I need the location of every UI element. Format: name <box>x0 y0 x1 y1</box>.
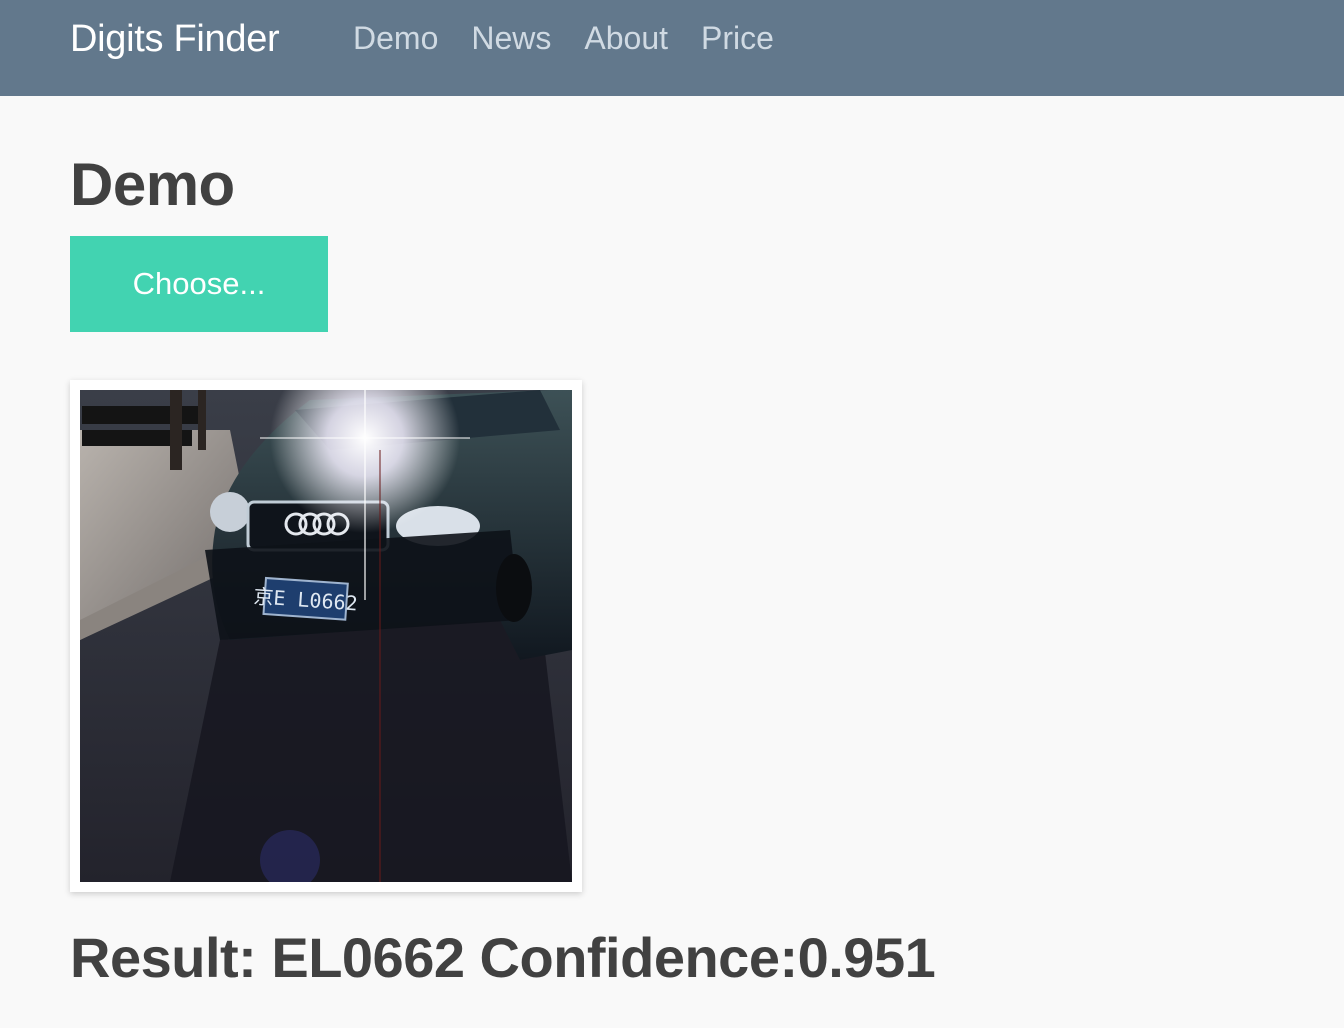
uploaded-car-photo: 京E L0662 <box>80 390 572 882</box>
nav-link-news[interactable]: News <box>471 20 551 57</box>
nav-links: Demo News About Price <box>353 20 774 57</box>
page-title: Demo <box>70 151 235 218</box>
nav-link-about[interactable]: About <box>584 20 668 57</box>
result-text: Result: EL0662 Confidence:0.951 <box>70 926 936 989</box>
uploaded-image-card: 京E L0662 <box>70 380 582 892</box>
brand-logo[interactable]: Digits Finder <box>70 18 280 61</box>
nav-link-price[interactable]: Price <box>701 20 774 57</box>
top-navbar: Digits Finder Demo News About Price <box>0 0 1344 96</box>
nav-link-demo[interactable]: Demo <box>353 20 438 57</box>
choose-file-button[interactable]: Choose... <box>70 236 328 332</box>
